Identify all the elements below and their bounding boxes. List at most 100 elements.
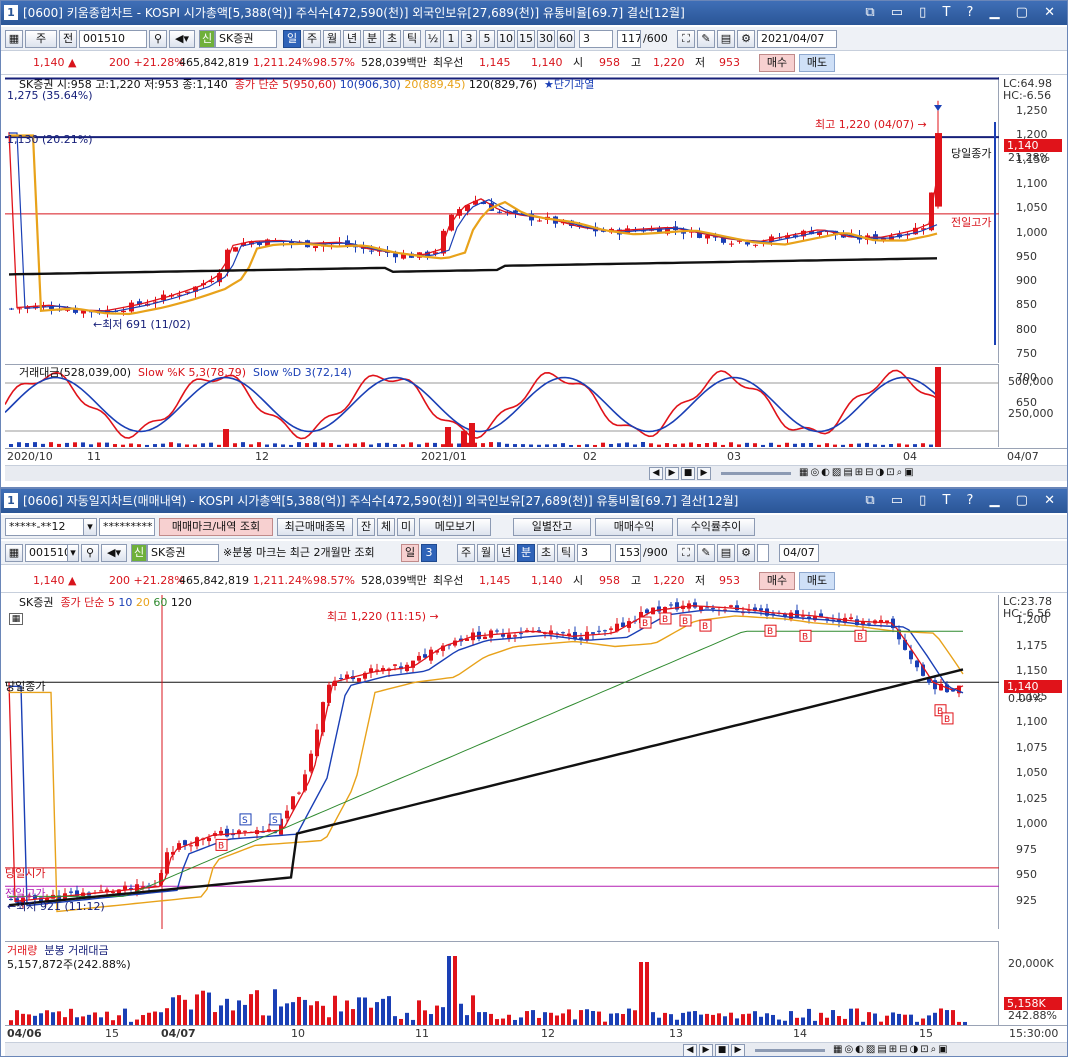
play-icon[interactable]: ▶	[699, 1044, 713, 1056]
trade-profit-button[interactable]: 매매수익	[595, 518, 673, 536]
chart-tool-icon[interactable]: ⛶	[677, 30, 695, 48]
date-input[interactable]: 04/07	[779, 544, 819, 562]
zoom-tools-icon[interactable]: ▦◎◐▨▤⊞⊟◑⊡⌕▣	[799, 467, 916, 478]
bottom-title-bar[interactable]: 1 [0606] 자동일지차트(매매내역) - KOSPI 시가총액[5,388…	[1, 489, 1067, 513]
sound-icon[interactable]: ◀▾	[169, 30, 195, 48]
search-icon[interactable]: ⚲	[149, 30, 167, 48]
top-price-plot[interactable]: SK증권 시:958 고:1,220 저:953 종:1,140 종가 단순 5…	[5, 77, 999, 363]
recent-trades-button[interactable]: 최근매매종목	[277, 518, 353, 536]
window-controls[interactable]: ⧉ ▭ ▯ T ? ▁ ▢ ✕	[865, 1, 1061, 25]
menu-icon[interactable]: ▦	[5, 30, 23, 48]
trade-mark-letter: B	[944, 715, 950, 725]
sell-button[interactable]: 매도	[799, 54, 835, 72]
market-select[interactable]: 주	[25, 30, 57, 48]
period-second[interactable]: 초	[383, 30, 401, 48]
stock-name[interactable]: SK증권	[215, 30, 277, 48]
period-second[interactable]: 초	[537, 544, 555, 562]
period-month[interactable]: 월	[323, 30, 341, 48]
window-controls[interactable]: ⧉ ▭ ▯ T ? ▁ ▢ ✕	[865, 489, 1061, 513]
zoom-slider[interactable]	[755, 1049, 825, 1052]
x-label-11: 11	[415, 1027, 429, 1040]
period-interval-select[interactable]: 3	[421, 544, 437, 562]
period-day[interactable]: 일	[401, 544, 419, 562]
daily-balance-button[interactable]: 일별잔고	[513, 518, 591, 536]
period-minute[interactable]: 분	[517, 544, 535, 562]
interval-select[interactable]: 3	[579, 30, 613, 48]
grid-toggle-icon[interactable]: ▦	[9, 613, 23, 625]
prev-button[interactable]: 전	[59, 30, 77, 48]
period-month[interactable]: 월	[477, 544, 495, 562]
scroll-left-icon[interactable]: ◀	[683, 1044, 697, 1056]
date-input[interactable]: 2021/04/07	[757, 30, 837, 48]
period-tick[interactable]: 틱	[403, 30, 421, 48]
buy-button[interactable]: 매수	[759, 54, 795, 72]
scroll-left-icon[interactable]: ◀	[649, 467, 663, 480]
pattern-icon[interactable]: ▤	[717, 544, 735, 562]
buy-button[interactable]: 매수	[759, 572, 795, 590]
pattern-icon[interactable]: ▤	[717, 30, 735, 48]
volume-bar	[441, 444, 445, 447]
high-value: 1,220	[653, 574, 685, 587]
period-tick[interactable]: 틱	[557, 544, 575, 562]
trade-mark-query-button[interactable]: 매매마크/내역 조회	[159, 518, 273, 536]
half-button[interactable]: ½	[425, 30, 441, 48]
unfilled-button[interactable]: 미	[397, 518, 415, 536]
period-year[interactable]: 년	[343, 30, 361, 48]
balance-button[interactable]: 잔	[357, 518, 375, 536]
new-badge: 신	[199, 30, 215, 48]
top-scrollbar[interactable]: ◀ ▶ ■ ▶ ▦◎◐▨▤⊞⊟◑⊡⌕▣	[5, 465, 1067, 481]
scroll-right-icon[interactable]: ▶	[697, 467, 711, 480]
code-input[interactable]: 001510	[79, 30, 147, 48]
date-checkbox[interactable]	[757, 544, 769, 562]
code-input[interactable]: 001510	[25, 544, 69, 562]
sell-button[interactable]: 매도	[799, 572, 835, 590]
count-input[interactable]: 117	[617, 30, 641, 48]
memo-button[interactable]: 메모보기	[419, 518, 491, 536]
stop-icon[interactable]: ■	[715, 1044, 729, 1056]
buy-mark: B	[941, 712, 954, 725]
draw-tool-icon[interactable]: ✎	[697, 30, 715, 48]
top-title-bar[interactable]: 1 [0600] 키움종합차트 - KOSPI 시가총액[5,388(억)] 주…	[1, 1, 1067, 25]
interval-1[interactable]: 1	[443, 30, 459, 48]
period-week[interactable]: 주	[457, 544, 475, 562]
code-dropdown-icon[interactable]: ▾	[67, 544, 79, 562]
stock-name[interactable]: SK증권	[147, 544, 219, 562]
search-icon[interactable]: ⚲	[81, 544, 99, 562]
interval-select[interactable]: 3	[577, 544, 611, 562]
interval-3[interactable]: 3	[461, 30, 477, 48]
gear-icon[interactable]: ⚙	[737, 544, 755, 562]
account-dropdown-icon[interactable]: ▾	[83, 518, 97, 536]
bottom-scrollbar[interactable]: ◀ ▶ ■ ▶ ▦◎◐▨▤⊞⊟◑⊡⌕▣	[5, 1042, 1067, 1056]
volume-bar	[361, 442, 365, 447]
play-icon[interactable]: ▶	[665, 467, 679, 480]
interval-10[interactable]: 10	[497, 30, 515, 48]
sound-icon[interactable]: ◀▾	[101, 544, 127, 562]
gear-icon[interactable]: ⚙	[737, 30, 755, 48]
volume-bar	[529, 444, 533, 447]
scroll-right-icon[interactable]: ▶	[731, 1044, 745, 1056]
filled-button[interactable]: 체	[377, 518, 395, 536]
account-select[interactable]: *****-**12	[5, 518, 85, 536]
interval-60[interactable]: 60	[557, 30, 575, 48]
bottom-volume-plot[interactable]: 거래량 분봉 거래대금 5,157,872주(242.88%)	[5, 941, 999, 1026]
menu-icon[interactable]: ▦	[5, 544, 23, 562]
zoom-tools-icon[interactable]: ▦◎◐▨▤⊞⊟◑⊡⌕▣	[833, 1044, 950, 1055]
period-day[interactable]: 일	[283, 30, 301, 48]
count-input[interactable]: 153	[615, 544, 641, 562]
return-trend-button[interactable]: 수익률추이	[677, 518, 755, 536]
interval-15[interactable]: 15	[517, 30, 535, 48]
bottom-price-plot[interactable]: BSSBBBBBBBBB SK증권 종가 단순 5 10 20 60 120 ▦…	[5, 595, 999, 929]
period-year[interactable]: 년	[497, 544, 515, 562]
candle-up	[297, 792, 301, 794]
zoom-slider[interactable]	[721, 472, 791, 475]
interval-30[interactable]: 30	[537, 30, 555, 48]
stop-icon[interactable]: ■	[681, 467, 695, 480]
period-week[interactable]: 주	[303, 30, 321, 48]
period-minute[interactable]: 분	[363, 30, 381, 48]
interval-5[interactable]: 5	[479, 30, 495, 48]
draw-tool-icon[interactable]: ✎	[697, 544, 715, 562]
chart-tool-icon[interactable]: ⛶	[677, 544, 695, 562]
password-input[interactable]: *********	[99, 518, 155, 536]
top-sub-plot[interactable]: 거래대금(528,039,00) Slow %K 5,3(78,79) Slow…	[4, 364, 999, 447]
volume-bar	[645, 962, 649, 1026]
